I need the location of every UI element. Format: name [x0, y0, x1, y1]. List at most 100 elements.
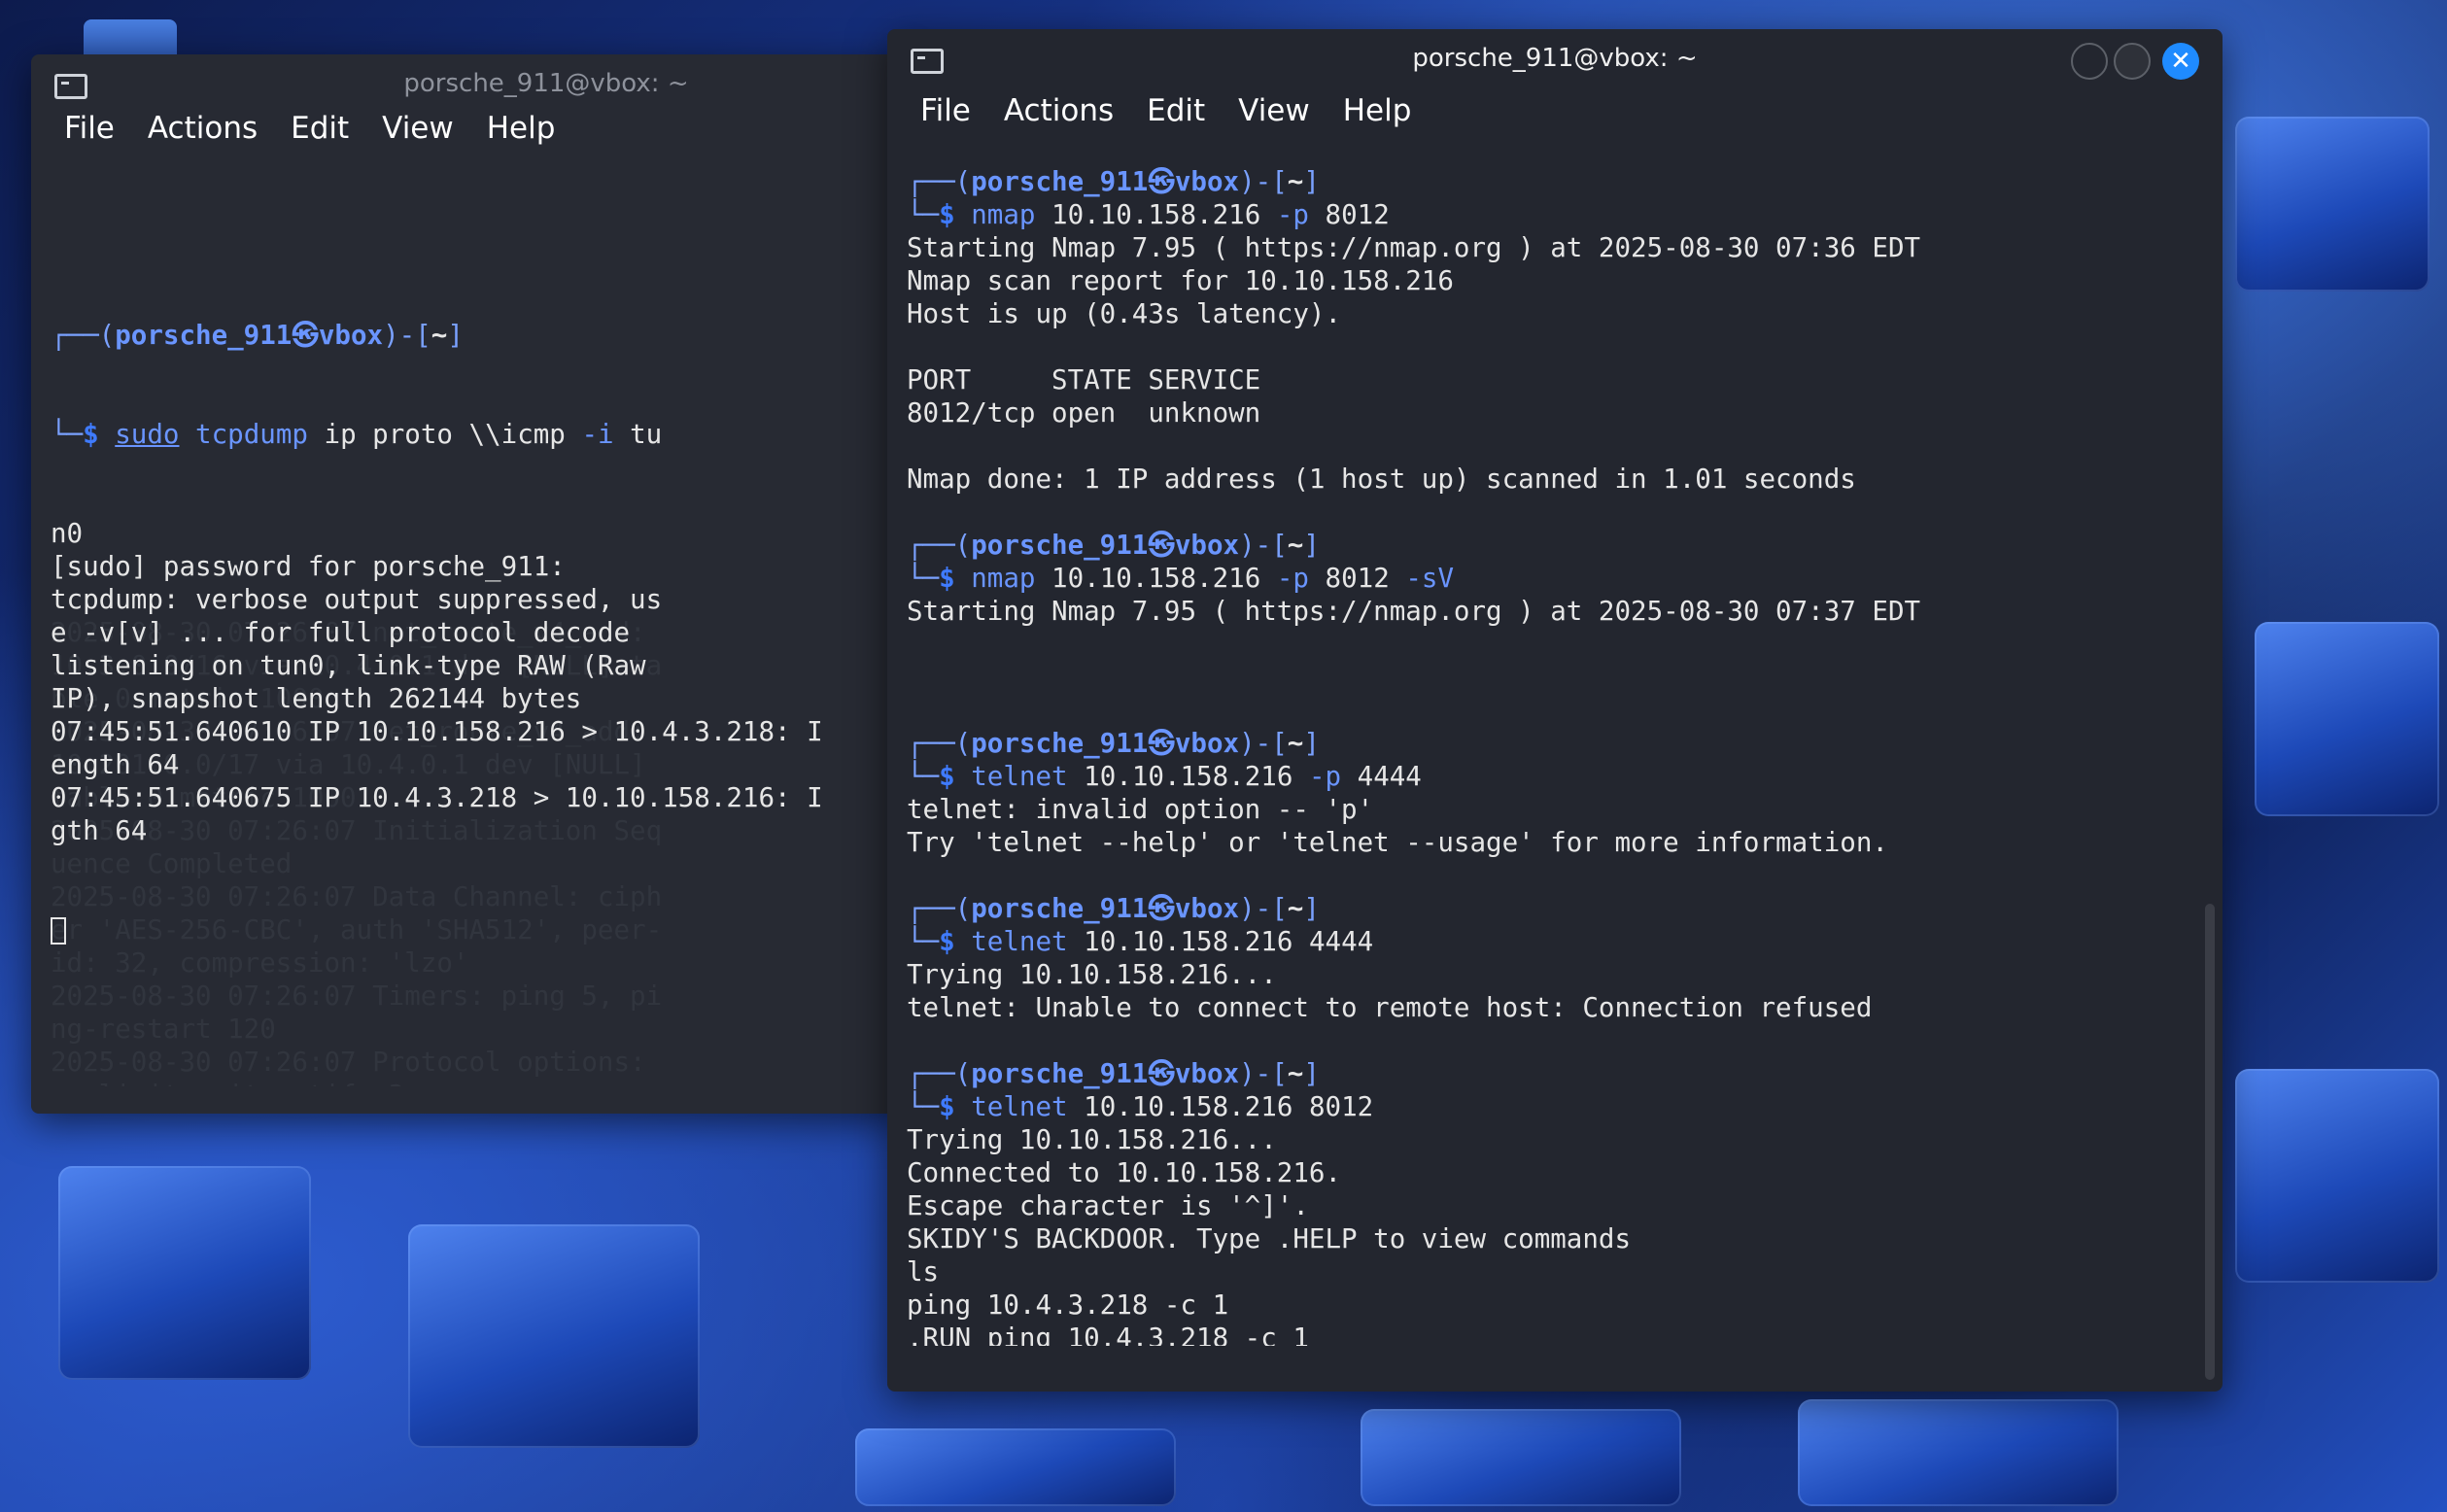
- prompt-dollar: $: [939, 926, 972, 957]
- background-cube: [2235, 1069, 2439, 1283]
- menu-edit[interactable]: Edit: [1133, 91, 1219, 130]
- prompt-frame: ]: [1303, 166, 1320, 197]
- terminal-window-left[interactable]: porsche_911@vbox: ~ File Actions Edit Vi…: [31, 54, 906, 1114]
- prompt-frame: ]: [1303, 1058, 1320, 1089]
- command-name: telnet: [971, 1091, 1068, 1122]
- cursor-line: [51, 913, 906, 946]
- prompt-frame: └─: [907, 1091, 940, 1122]
- command-line: └─$ telnet 10.10.158.216 8012: [907, 1090, 2223, 1123]
- output-line: Escape character is '^]'.: [907, 1190, 1309, 1221]
- output-line: Trying 10.10.158.216...: [907, 1124, 1277, 1155]
- prompt-line: ┌──(porsche_911㉿vbox)-[~]: [907, 165, 2223, 198]
- command-arg: 8012: [1308, 1091, 1374, 1122]
- menu-help[interactable]: Help: [1329, 91, 1426, 130]
- prompt-dir: ~: [1287, 166, 1304, 197]
- output-line: listening on tun0, link-type RAW (Raw: [51, 650, 646, 681]
- command-flag: -p: [1276, 199, 1309, 230]
- prompt-frame: )-[: [1239, 893, 1288, 924]
- terminal-output[interactable]: ┌──(porsche_911㉿vbox)-[~] └─$ nmap 10.10.…: [887, 165, 2223, 1346]
- minimize-button[interactable]: [2071, 43, 2108, 80]
- command-name: nmap: [971, 199, 1036, 230]
- background-cube: [1798, 1399, 2119, 1506]
- output-line: Starting Nmap 7.95 ( https://nmap.org ) …: [907, 596, 1921, 627]
- command-arg: 4444: [1308, 926, 1374, 957]
- command-name: telnet: [971, 926, 1068, 957]
- close-button[interactable]: ✕: [2162, 43, 2199, 80]
- prompt-user: porsche_911: [971, 166, 1149, 197]
- background-cube: [2235, 117, 2430, 292]
- output-line: 07:45:51.640675 IP 10.4.3.218 > 10.10.15…: [51, 782, 823, 813]
- output-line: gth 64: [51, 815, 148, 846]
- menu-view[interactable]: View: [1224, 91, 1324, 130]
- prompt-dollar: $: [939, 563, 972, 594]
- prompt-user: porsche_911: [971, 728, 1149, 759]
- terminal-window-right[interactable]: porsche_911@vbox: ~ ✕ File Actions Edit …: [887, 29, 2223, 1392]
- command-arg: 8012: [1325, 563, 1390, 594]
- output-line: 8012/tcp open unknown: [907, 397, 1261, 429]
- command-line: └─$ sudo tcpdump ip proto \\icmp -i tu: [51, 419, 663, 450]
- prompt-dir: ~: [1287, 893, 1304, 924]
- prompt-frame: ┌──(: [907, 893, 972, 924]
- output-line: ping 10.4.3.218 -c 1: [907, 1289, 1229, 1321]
- prompt-at: ㉿: [1148, 1058, 1175, 1089]
- window-title: porsche_911@vbox: ~: [403, 69, 689, 98]
- output-line: Trying 10.10.158.216...: [907, 959, 1277, 990]
- prompt-line: ┌──(porsche_911㉿vbox)-[~]: [907, 727, 2223, 760]
- terminal-cursor: [51, 917, 66, 945]
- title-bar[interactable]: porsche_911@vbox: ~ ✕: [887, 29, 2223, 91]
- prompt-host: vbox: [1174, 530, 1240, 561]
- faded-line: [51, 154, 662, 187]
- command-line: └─$ nmap 10.10.158.216 -p 8012 -sV: [907, 562, 2223, 595]
- faded-line: [51, 187, 662, 220]
- command-flag: -p: [1308, 761, 1342, 792]
- menu-file[interactable]: File: [907, 91, 984, 130]
- prompt-host: vbox: [1174, 166, 1240, 197]
- command-line: └─$ telnet 10.10.158.216 4444: [907, 925, 2223, 958]
- background-cube: [408, 1224, 700, 1448]
- prompt-host: vbox: [1174, 728, 1240, 759]
- command-arg: 10.10.158.216: [1051, 199, 1261, 230]
- prompt-host: vbox: [1174, 1058, 1240, 1089]
- output-line: IP), snapshot length 262144 bytes: [51, 683, 582, 714]
- prompt-frame: ┌──(: [907, 166, 972, 197]
- faded-line: explicit-exit-notify 3: [51, 1079, 662, 1086]
- prompt-host: vbox: [1174, 893, 1240, 924]
- prompt-line: ┌──(porsche_911㉿vbox)-[~]: [907, 892, 2223, 925]
- prompt-line: ┌──(porsche_911㉿vbox)-[~]: [51, 320, 464, 351]
- command-line: └─$ nmap 10.10.158.216 -p 8012: [907, 198, 2223, 231]
- output-line: ength 64: [51, 749, 180, 780]
- output-line: e -v[v] ... for full protocol decode: [51, 617, 631, 648]
- command-arg: 10.10.158.216: [1084, 761, 1293, 792]
- prompt-frame: )-[: [1239, 530, 1288, 561]
- output-line: Starting Nmap 7.95 ( https://nmap.org ) …: [907, 232, 1921, 263]
- command-line: └─$ telnet 10.10.158.216 -p 4444: [907, 760, 2223, 793]
- output-line: .RUN ping 10.4.3.218 -c 1: [907, 1323, 1309, 1346]
- prompt-user: porsche_911: [971, 893, 1149, 924]
- command-arg: 8012: [1325, 199, 1390, 230]
- output-line: [sudo] password for porsche_911:: [51, 551, 566, 582]
- prompt-frame: ┌──(: [907, 530, 972, 561]
- prompt-at: ㉿: [1148, 166, 1175, 197]
- prompt-frame: )-[: [1239, 1058, 1288, 1089]
- scrollbar[interactable]: [2205, 904, 2215, 1380]
- command-name: nmap: [971, 563, 1036, 594]
- prompt-dir: ~: [1287, 728, 1304, 759]
- output-line: ls: [907, 1256, 940, 1288]
- background-cube: [1361, 1409, 1681, 1506]
- output-line: Connected to 10.10.158.216.: [907, 1157, 1342, 1188]
- prompt-user: porsche_911: [971, 1058, 1149, 1089]
- title-bar[interactable]: porsche_911@vbox: ~: [31, 54, 906, 117]
- menu-actions[interactable]: Actions: [990, 91, 1127, 130]
- background-cube: [855, 1428, 1176, 1506]
- terminal-output[interactable]: 2025-08-30 07:26:07 net_route_v4_add: 10.…: [31, 154, 906, 1086]
- prompt-user: porsche_911: [971, 530, 1149, 561]
- maximize-button[interactable]: [2114, 43, 2151, 80]
- prompt-dir: ~: [1287, 1058, 1304, 1089]
- prompt-dir: ~: [1287, 530, 1304, 561]
- faded-line: [51, 220, 662, 253]
- prompt-dollar: $: [939, 199, 972, 230]
- prompt-frame: └─: [907, 761, 940, 792]
